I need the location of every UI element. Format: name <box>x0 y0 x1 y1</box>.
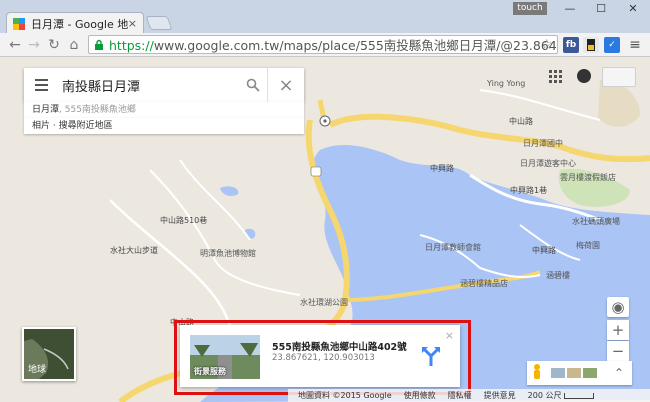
home-icon[interactable]: ⌂ <box>65 36 83 54</box>
url-scheme: https:// <box>109 38 154 53</box>
street-view-label: 街景服務 <box>194 367 226 376</box>
tab-close-icon[interactable]: × <box>128 17 137 30</box>
browser-tab[interactable]: 日月潭 - Google 地圖 × <box>6 12 144 34</box>
map-label[interactable]: 涵碧樓精品店 <box>460 278 508 289</box>
suggestion-item[interactable]: 相片 · 搜尋附近地區 <box>24 118 304 134</box>
search-input[interactable]: 南投縣日月潭 <box>58 76 238 95</box>
search-icon[interactable] <box>238 68 268 102</box>
url-path: www.google.com.tw/maps/place/555南投縣魚池鄉日月… <box>153 38 557 53</box>
directions-icon[interactable] <box>420 345 442 367</box>
search-magnifier-icon <box>246 78 260 92</box>
earth-view-toggle[interactable]: 地球 <box>22 327 76 381</box>
apps-grid-icon[interactable] <box>549 70 563 84</box>
map-label[interactable]: 明潭魚池博物館 <box>200 248 256 259</box>
menu-icon[interactable]: ≡ <box>626 36 644 54</box>
place-info-card[interactable]: 街景服務 555南投縣魚池鄉中山路402號 23.867621, 120.903… <box>180 325 460 387</box>
lock-icon <box>95 39 103 50</box>
hamburger-menu-icon[interactable] <box>24 68 58 102</box>
map-label[interactable]: 水社環湖公園 <box>300 297 348 308</box>
search-panel: 南投縣日月潭 × <box>24 68 304 102</box>
terms-link[interactable]: 使用條款 <box>404 390 436 401</box>
scale-bar <box>564 392 595 399</box>
earth-label: 地球 <box>28 365 47 375</box>
new-tab-button[interactable] <box>145 16 173 30</box>
fb-icon[interactable]: fb <box>563 37 579 53</box>
feedback-link[interactable]: 提供意見 <box>484 390 516 401</box>
check-icon[interactable]: ✓ <box>604 37 620 53</box>
zoom-out-button[interactable]: − <box>607 341 629 361</box>
privacy-link[interactable]: 隱私權 <box>448 390 472 401</box>
expand-imagery-button[interactable]: ⌃ <box>609 363 629 383</box>
google-maps-favicon-icon <box>13 17 25 30</box>
map-label[interactable]: 日月潭國中 <box>523 138 563 149</box>
place-address: 555南投縣魚池鄉中山路402號 <box>272 342 407 353</box>
browser-window: 日月潭 - Google 地圖 × touch — ☐ ✕ ← → ↻ ⌂ ht… <box>0 0 650 402</box>
map-label[interactable]: 日月潭遊客中心 <box>520 158 576 169</box>
tab-title: 日月潭 - Google 地圖 <box>31 17 128 31</box>
map-label[interactable]: Ying Yong <box>487 79 525 88</box>
battery-icon[interactable] <box>583 37 599 53</box>
suggestion-main: 相片 · 搜尋附近地區 <box>32 121 113 131</box>
map-label[interactable]: 水社大山步道 <box>110 245 158 256</box>
address-bar[interactable]: https://www.google.com.tw/maps/place/555… <box>88 35 558 54</box>
account-button[interactable] <box>602 67 636 87</box>
scale-text: 200 公尺 <box>527 391 562 400</box>
tab-strip: 日月潭 - Google 地圖 × touch — ☐ ✕ <box>0 0 650 34</box>
back-arrow-icon[interactable]: ← <box>6 36 24 54</box>
url-text: https://www.google.com.tw/maps/place/555… <box>109 35 557 54</box>
reload-icon[interactable]: ↻ <box>45 36 63 54</box>
map-label[interactable]: 雲月樓渡假飯店 <box>560 172 616 183</box>
browser-toolbar: ← → ↻ ⌂ https://www.google.com.tw/maps/p… <box>0 33 650 57</box>
forward-arrow-icon[interactable]: → <box>25 36 43 54</box>
bookmark-star-icon[interactable]: ☆ <box>540 37 553 53</box>
place-coordinates: 23.867621, 120.903013 <box>272 353 375 363</box>
map-label[interactable]: 涵碧樓 <box>546 270 570 281</box>
suggestion-item[interactable]: 日月潭, 555南投縣魚池鄉 <box>24 102 304 118</box>
map-label[interactable]: 中興路1巷 <box>510 185 547 196</box>
map-label[interactable]: 梅荷園 <box>576 240 600 251</box>
suggestion-main: 日月潭 <box>32 105 60 115</box>
battery-glyph-icon <box>587 39 595 51</box>
map-footer: 地圖資料 ©2015 Google 使用條款 隱私權 提供意見 200 公尺 <box>288 389 650 402</box>
my-location-button[interactable]: ◉ <box>607 297 629 317</box>
map-label[interactable]: 中山路510巷 <box>160 215 207 226</box>
street-view-thumbnail[interactable]: 街景服務 <box>190 335 260 379</box>
card-close-icon[interactable]: × <box>445 329 454 342</box>
map-label[interactable]: 日月潭教師會館 <box>425 242 481 253</box>
window-minimize-button[interactable]: — <box>561 2 579 16</box>
map-label[interactable]: 水社碼頭廣場 <box>572 216 620 227</box>
map-label[interactable]: 中興路 <box>532 245 556 256</box>
window-close-button[interactable]: ✕ <box>624 2 642 16</box>
suggestion-sub: , 555南投縣魚池鄉 <box>59 105 136 115</box>
map-label[interactable]: 中興路 <box>430 163 454 174</box>
street-view-bar: ⌃ <box>527 361 632 385</box>
zoom-in-button[interactable]: + <box>607 320 629 340</box>
notification-bell-icon[interactable] <box>577 69 591 83</box>
touch-mode-badge: touch <box>513 2 547 15</box>
map-label[interactable]: 中山路 <box>509 116 533 127</box>
copyright-text: 地圖資料 ©2015 Google <box>298 391 392 400</box>
close-icon[interactable]: × <box>268 75 304 96</box>
window-maximize-button[interactable]: ☐ <box>592 2 610 16</box>
scale-indicator[interactable]: 200 公尺 <box>528 390 595 401</box>
